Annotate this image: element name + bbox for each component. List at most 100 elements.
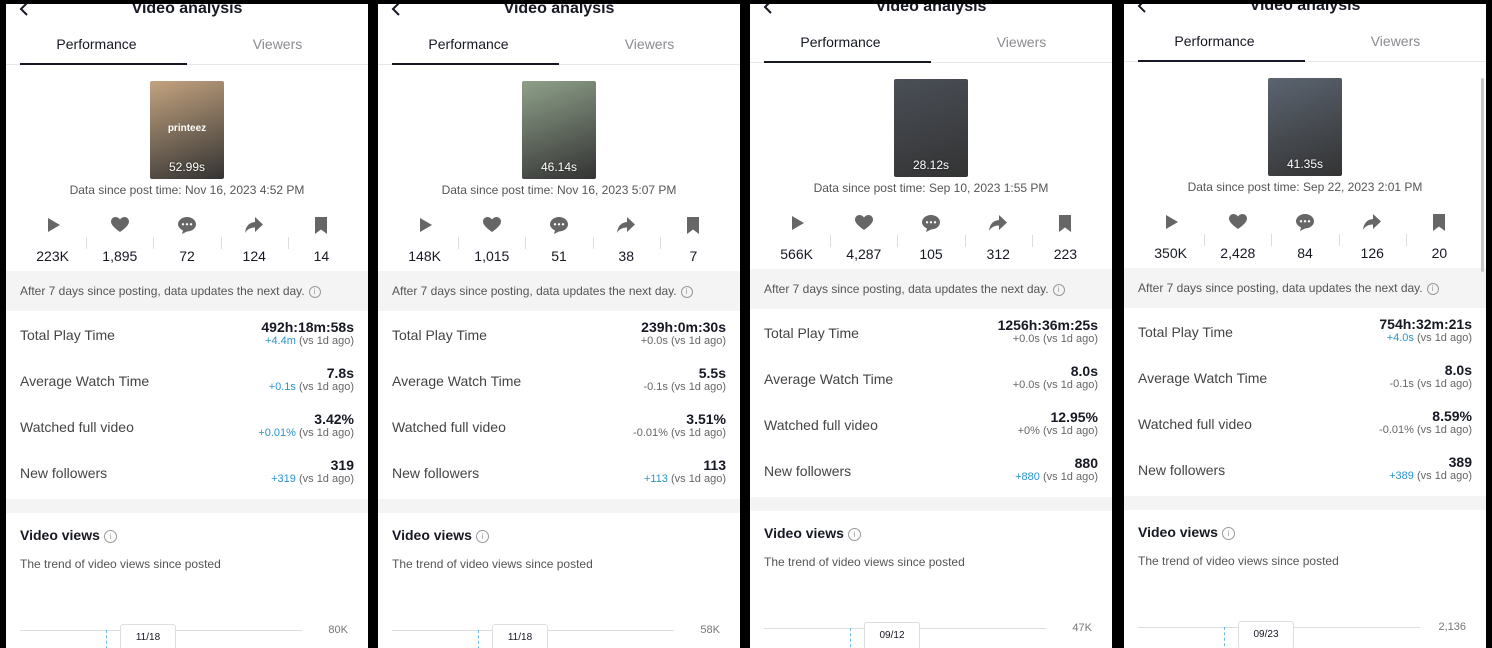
bookmark-icon	[683, 203, 703, 240]
metric-delta: -0.1s	[643, 381, 668, 393]
metric-row: Average Watch Time 8.0s +0.0s (vs 1d ago)	[764, 355, 1098, 401]
metric-change: +880 (vs 1d ago)	[1015, 471, 1098, 483]
chart-tooltip: 11/18	[120, 624, 176, 648]
stat-value: 105	[919, 246, 943, 262]
video-views-section: Video views i The trend of video views sin…	[1124, 524, 1486, 568]
info-icon[interactable]: i	[103, 529, 117, 543]
metric-value: 319	[330, 457, 354, 473]
video-views-title: Video views	[392, 527, 472, 543]
info-icon[interactable]: i	[1426, 282, 1439, 295]
stat-heart: 1,015	[458, 203, 525, 271]
metric-change: +0.0s (vs 1d ago)	[1013, 333, 1098, 345]
info-icon[interactable]: i	[1052, 283, 1065, 296]
video-analysis-screen-3: Video analysis Performance Viewers 28.12s Da…	[750, 4, 1112, 648]
bookmark-icon	[311, 203, 331, 240]
metric-label: Total Play Time	[764, 325, 859, 341]
chart-cursor	[1224, 627, 1225, 648]
metric-row: New followers 880 +880 (vs 1d ago)	[764, 447, 1098, 493]
tab-performance[interactable]: Performance	[378, 24, 559, 65]
metric-change: +4.4m (vs 1d ago)	[265, 335, 354, 347]
stat-share: 38	[592, 203, 660, 271]
play-icon	[787, 201, 807, 238]
metric-delta: -0.01%	[1379, 424, 1414, 436]
video-views-subtitle: The trend of video views since posted	[20, 557, 221, 571]
metric-row: Total Play Time 1256h:36m:25s +0.0s (vs 1d…	[764, 309, 1098, 355]
info-icon[interactable]: i	[847, 527, 861, 541]
metric-change: +389 (vs 1d ago)	[1389, 470, 1472, 482]
metric-value: 492h:18m:58s	[261, 319, 354, 335]
update-note: After 7 days since posting, data updates…	[6, 271, 368, 311]
vs-label: (vs 1d ago)	[1042, 333, 1098, 345]
metric-value: 7.8s	[326, 365, 354, 381]
tab-viewers[interactable]: Viewers	[187, 24, 368, 64]
share-icon	[988, 201, 1008, 238]
stat-play: 223K	[19, 203, 86, 271]
stat-play: 350K	[1137, 200, 1204, 268]
info-icon[interactable]: i	[1221, 526, 1235, 540]
metric-label: Total Play Time	[1138, 324, 1233, 340]
metric-label: Average Watch Time	[20, 373, 150, 389]
video-thumbnail[interactable]: 41.35s	[1268, 78, 1342, 176]
metric-change: -0.1s (vs 1d ago)	[643, 381, 726, 393]
video-thumbnail[interactable]: 28.12s	[894, 79, 968, 177]
scrollbar[interactable]	[1481, 78, 1484, 272]
video-duration: 46.14s	[540, 160, 578, 174]
chart-max-label: 58K	[700, 624, 720, 636]
stat-value: 223	[1053, 246, 1078, 262]
video-views-title: Video views	[1138, 524, 1218, 540]
metrics-list: Total Play Time 754h:32m:21s +4.0s (vs 1d …	[1124, 308, 1486, 492]
stat-value: 566K	[780, 246, 813, 262]
video-thumbnail[interactable]: printeez 52.99s	[150, 81, 224, 179]
metric-change: -0.01% (vs 1d ago)	[1379, 424, 1472, 436]
stat-value: 124	[242, 248, 266, 264]
info-icon[interactable]: i	[680, 285, 693, 298]
stat-value: 312	[986, 246, 1010, 262]
metric-value: 1256h:36m:25s	[997, 317, 1098, 333]
update-note: After 7 days since posting, data updates…	[378, 271, 740, 311]
metric-label: Watched full video	[1138, 416, 1252, 432]
metrics-list: Total Play Time 1256h:36m:25s +0.0s (vs 1d…	[750, 309, 1112, 493]
metric-change: +0.0s (vs 1d ago)	[641, 335, 726, 347]
metric-row: Average Watch Time 8.0s -0.1s (vs 1d ago)	[1138, 354, 1472, 400]
tab-performance[interactable]: Performance	[750, 22, 931, 63]
note-text: After 7 days since posting, data updates…	[20, 284, 305, 298]
post-time: Data since post time: Sep 10, 2023 1:55 …	[813, 181, 1049, 195]
metric-row: New followers 319 +319 (vs 1d ago)	[20, 449, 354, 495]
stat-value: 72	[179, 248, 195, 264]
tab-performance[interactable]: Performance	[1124, 21, 1305, 62]
metric-delta: +0.01%	[258, 427, 296, 439]
stat-value: 84	[1297, 245, 1313, 261]
video-thumbnail[interactable]: 46.14s	[522, 81, 596, 179]
tab-viewers[interactable]: Viewers	[559, 24, 740, 64]
vs-label: (vs 1d ago)	[1416, 424, 1472, 436]
tab-viewers[interactable]: Viewers	[931, 22, 1112, 62]
stat-value: 7	[689, 248, 698, 264]
metric-label: Average Watch Time	[392, 373, 522, 389]
vs-label: (vs 1d ago)	[298, 381, 354, 393]
vs-label: (vs 1d ago)	[670, 335, 726, 347]
metric-row: New followers 389 +389 (vs 1d ago)	[1138, 446, 1472, 492]
info-icon[interactable]: i	[308, 285, 321, 298]
stat-value: 51	[551, 248, 567, 264]
metric-delta: +4.4m	[265, 335, 296, 347]
vs-label: (vs 1d ago)	[298, 427, 354, 439]
video-views-section: Video views i The trend of video views sin…	[750, 525, 1112, 569]
chart-max-label: 47K	[1072, 622, 1092, 634]
engagement-stats: 350K 2,428 84 126 20	[1124, 200, 1486, 268]
metric-delta: +880	[1015, 471, 1040, 483]
video-views-section: Video views i The trend of video views sin…	[6, 527, 368, 571]
stat-comment: 84	[1271, 200, 1338, 268]
video-views-title: Video views	[20, 527, 100, 543]
tab-viewers[interactable]: Viewers	[1305, 21, 1486, 61]
metric-label: Average Watch Time	[764, 371, 894, 387]
update-note: After 7 days since posting, data updates…	[1124, 268, 1486, 308]
metric-value: 8.0s	[1070, 363, 1098, 379]
metric-value: 754h:32m:21s	[1379, 316, 1472, 332]
tab-performance[interactable]: Performance	[6, 24, 187, 65]
stat-value: 148K	[408, 248, 441, 264]
stat-value: 350K	[1154, 245, 1187, 261]
post-time: Data since post time: Nov 16, 2023 5:07 …	[441, 183, 677, 197]
stat-comment: 105	[897, 201, 964, 269]
metric-change: +319 (vs 1d ago)	[271, 473, 354, 485]
info-icon[interactable]: i	[475, 529, 489, 543]
